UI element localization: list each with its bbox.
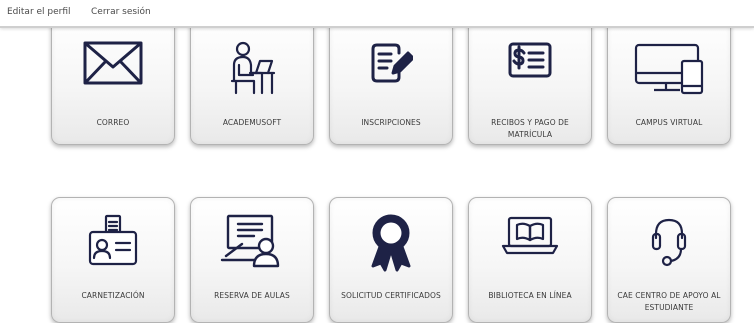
tile-reserva-de-aulas[interactable]: RESERVA DE AULAS [190, 197, 314, 323]
tile-campus-virtual[interactable]: CAMPUS VIRTUAL [607, 14, 731, 145]
tile-label: ACADEMUSOFT [222, 118, 282, 127]
headset-icon [608, 214, 730, 268]
logout-link[interactable]: Cerrar sesión [91, 7, 151, 17]
tile-label: SOLICITUD CERTIFICADOS [341, 291, 441, 300]
tile-label: BIBLIOTECA EN LÍNEA [488, 291, 572, 300]
envelope-icon [52, 41, 174, 85]
tile-recibos-pago-matricula[interactable]: RECIBOS Y PAGO DE MATRÍCULA [468, 14, 592, 145]
tile-label: CARNETIZACIÓN [81, 291, 145, 300]
tile-label: CAE CENTRO DE APOYO AL ESTUDIANTE [617, 291, 721, 312]
receipt-dollar-icon [469, 41, 591, 79]
tile-academusoft[interactable]: ACADEMUSOFT [190, 14, 314, 145]
tile-solicitud-certificados[interactable]: SOLICITUD CERTIFICADOS [329, 197, 453, 323]
tile-cae-centro-de-apoyo[interactable]: CAE CENTRO DE APOYO AL ESTUDIANTE [607, 197, 731, 323]
tile-label: CAMPUS VIRTUAL [635, 118, 703, 127]
id-card-icon [52, 214, 174, 266]
tile-label: CORREO [96, 118, 130, 127]
tile-label: RESERVA DE AULAS [214, 291, 290, 300]
award-ribbon-icon [330, 214, 452, 272]
tile-label: RECIBOS Y PAGO DE MATRÍCULA [491, 118, 569, 139]
tile-correo[interactable]: CORREO [51, 14, 175, 145]
edit-profile-link[interactable]: Editar el perfil [7, 7, 71, 17]
tile-inscripciones[interactable]: INSCRIPCIONES [329, 14, 453, 145]
form-pencil-icon [330, 41, 452, 85]
tile-biblioteca-en-linea[interactable]: BIBLIOTECA EN LÍNEA [468, 197, 592, 323]
classroom-board-icon [191, 214, 313, 268]
tile-carnetizacion[interactable]: CARNETIZACIÓN [51, 197, 175, 323]
tile-label: INSCRIPCIONES [361, 118, 421, 127]
person-at-desk-icon [191, 41, 313, 95]
top-navigation: Editar el perfil Cerrar sesión [0, 0, 754, 28]
laptop-book-icon [469, 214, 591, 258]
monitor-phone-icon [608, 41, 730, 95]
